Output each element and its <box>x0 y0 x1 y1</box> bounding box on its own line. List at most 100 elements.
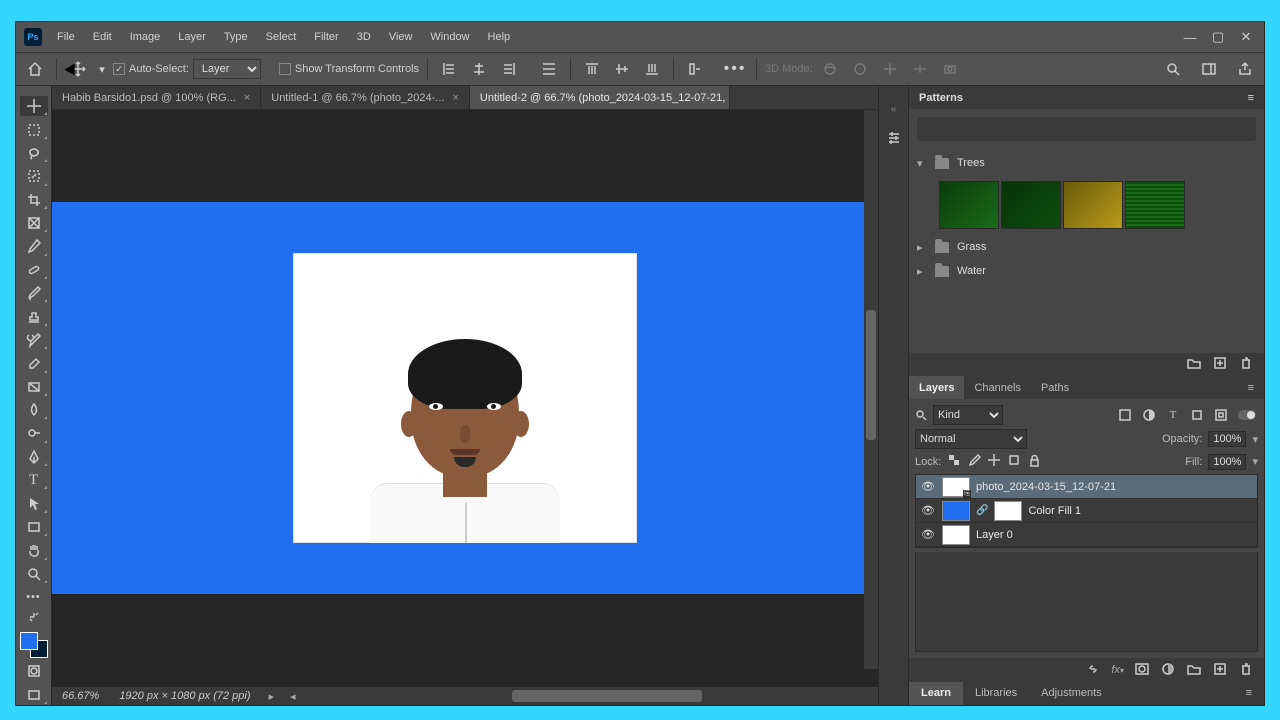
horizontal-scrollbar[interactable] <box>342 690 864 702</box>
visibility-toggle[interactable]: 👁 <box>920 480 936 493</box>
shape-tool[interactable] <box>20 517 48 537</box>
path-select-tool[interactable] <box>20 493 48 513</box>
adjustment-layer-icon[interactable] <box>1160 661 1176 680</box>
pen-tool[interactable] <box>20 447 48 467</box>
healing-tool[interactable] <box>20 260 48 280</box>
tab-paths[interactable]: Paths <box>1031 376 1079 399</box>
marquee-tool[interactable] <box>20 119 48 139</box>
align-left-button[interactable] <box>436 56 462 82</box>
layer-thumbnail[interactable] <box>942 525 970 545</box>
layer-thumbnail[interactable]: ⎘ <box>942 477 970 497</box>
document-tab-2[interactable]: Untitled-2 @ 66.7% (photo_2024-03-15_12-… <box>470 86 730 109</box>
new-layer-icon[interactable] <box>1212 661 1228 680</box>
maximize-button[interactable]: ▢ <box>1204 26 1232 48</box>
panel-menu-icon[interactable]: ≡ <box>1234 682 1264 705</box>
patterns-group-water[interactable]: ▸ Water <box>917 259 1256 283</box>
filter-shape-icon[interactable] <box>1188 406 1206 424</box>
foreground-color[interactable] <box>20 632 38 650</box>
screen-mode-button[interactable] <box>20 685 48 705</box>
fill-value[interactable]: 100% <box>1208 454 1246 470</box>
document-tab-0[interactable]: Habib Barsido1.psd @ 100% (RG...× <box>52 86 261 109</box>
layer-style-icon[interactable]: fx▾ <box>1111 664 1124 676</box>
auto-select-target[interactable]: Layer <box>193 59 261 79</box>
scrollbar-thumb[interactable] <box>512 690 702 702</box>
align-right-button[interactable] <box>496 56 522 82</box>
search-button[interactable] <box>1160 56 1186 82</box>
visibility-toggle[interactable]: 👁 <box>920 504 936 517</box>
distribute-button[interactable] <box>536 56 562 82</box>
close-icon[interactable]: × <box>244 92 250 104</box>
menu-image[interactable]: Image <box>121 22 170 52</box>
pattern-thumb[interactable] <box>1125 181 1185 229</box>
tab-learn[interactable]: Learn <box>909 682 963 705</box>
pattern-thumb[interactable] <box>939 181 999 229</box>
filter-pixel-icon[interactable] <box>1116 406 1134 424</box>
vertical-scrollbar[interactable] <box>864 110 878 669</box>
align-bottom-button[interactable] <box>639 56 665 82</box>
filter-kind-select[interactable]: Kind <box>933 405 1003 425</box>
tab-channels[interactable]: Channels <box>964 376 1030 399</box>
layer-row-0[interactable]: 👁 ⎘ photo_2024-03-15_12-07-21 <box>916 475 1257 499</box>
delete-layer-icon[interactable] <box>1238 661 1254 680</box>
link-layers-icon[interactable] <box>1085 661 1101 680</box>
tab-libraries[interactable]: Libraries <box>963 682 1029 705</box>
close-button[interactable]: ✕ <box>1232 26 1260 48</box>
blur-tool[interactable] <box>20 400 48 420</box>
menu-edit[interactable]: Edit <box>84 22 121 52</box>
patterns-search[interactable] <box>917 117 1256 141</box>
menu-filter[interactable]: Filter <box>305 22 347 52</box>
hand-tool[interactable] <box>20 540 48 560</box>
chevron-down-icon[interactable]: ▾ <box>1252 433 1258 446</box>
eraser-tool[interactable] <box>20 353 48 373</box>
auto-select-checkbox[interactable]: Auto-Select: <box>113 63 189 75</box>
menu-layer[interactable]: Layer <box>169 22 215 52</box>
blend-mode-select[interactable]: Normal <box>915 429 1027 449</box>
lock-transparency-icon[interactable] <box>947 453 961 470</box>
move-tool[interactable] <box>20 96 48 116</box>
menu-window[interactable]: Window <box>421 22 478 52</box>
color-swatches[interactable] <box>20 632 48 658</box>
filter-smart-icon[interactable] <box>1212 406 1230 424</box>
brush-tool[interactable] <box>20 283 48 303</box>
zoom-level[interactable]: 66.67% <box>52 690 109 702</box>
align-center-v-button[interactable] <box>609 56 635 82</box>
share-button[interactable] <box>1232 56 1258 82</box>
lock-position-icon[interactable] <box>987 453 1001 470</box>
swap-colors[interactable] <box>20 610 48 623</box>
history-brush-tool[interactable] <box>20 330 48 350</box>
frame-tool[interactable] <box>20 213 48 233</box>
chevron-down-icon[interactable]: ▾ <box>1252 455 1258 468</box>
quick-select-tool[interactable] <box>20 166 48 186</box>
edit-toolbar[interactable]: ••• <box>20 587 48 607</box>
scrollbar-thumb[interactable] <box>866 310 876 440</box>
panel-menu-icon[interactable]: ≡ <box>1248 92 1254 104</box>
trash-icon[interactable] <box>1238 355 1254 374</box>
menu-view[interactable]: View <box>380 22 422 52</box>
layer-mask-icon[interactable] <box>1134 661 1150 680</box>
zoom-tool[interactable] <box>20 564 48 584</box>
tab-adjustments[interactable]: Adjustments <box>1029 682 1114 705</box>
more-align-button[interactable] <box>682 56 708 82</box>
workspace-button[interactable] <box>1196 56 1222 82</box>
align-top-button[interactable] <box>579 56 605 82</box>
menu-3d[interactable]: 3D <box>348 22 380 52</box>
close-icon[interactable]: × <box>452 92 458 104</box>
filter-toggle[interactable] <box>1236 406 1258 424</box>
overflow-button[interactable]: ••• <box>722 56 748 82</box>
document-tab-1[interactable]: Untitled-1 @ 66.7% (photo_2024-...× <box>261 86 470 109</box>
filter-adjust-icon[interactable] <box>1140 406 1158 424</box>
new-icon[interactable] <box>1212 355 1228 374</box>
group-icon[interactable] <box>1186 661 1202 680</box>
patterns-group-trees[interactable]: ▾ Trees <box>917 151 1256 175</box>
layer-row-2[interactable]: 👁 Layer 0 <box>916 523 1257 547</box>
tab-layers[interactable]: Layers <box>909 376 964 399</box>
properties-dock-icon[interactable] <box>883 127 905 149</box>
lock-all-icon[interactable] <box>1027 453 1041 470</box>
expand-dock-icon[interactable]: « <box>891 104 897 115</box>
gradient-tool[interactable] <box>20 377 48 397</box>
tool-preset-dropdown[interactable]: ▾ <box>95 56 109 82</box>
align-center-h-button[interactable] <box>466 56 492 82</box>
layer-mask-thumbnail[interactable] <box>994 501 1022 521</box>
lock-artboard-icon[interactable] <box>1007 453 1021 470</box>
dodge-tool[interactable] <box>20 423 48 443</box>
